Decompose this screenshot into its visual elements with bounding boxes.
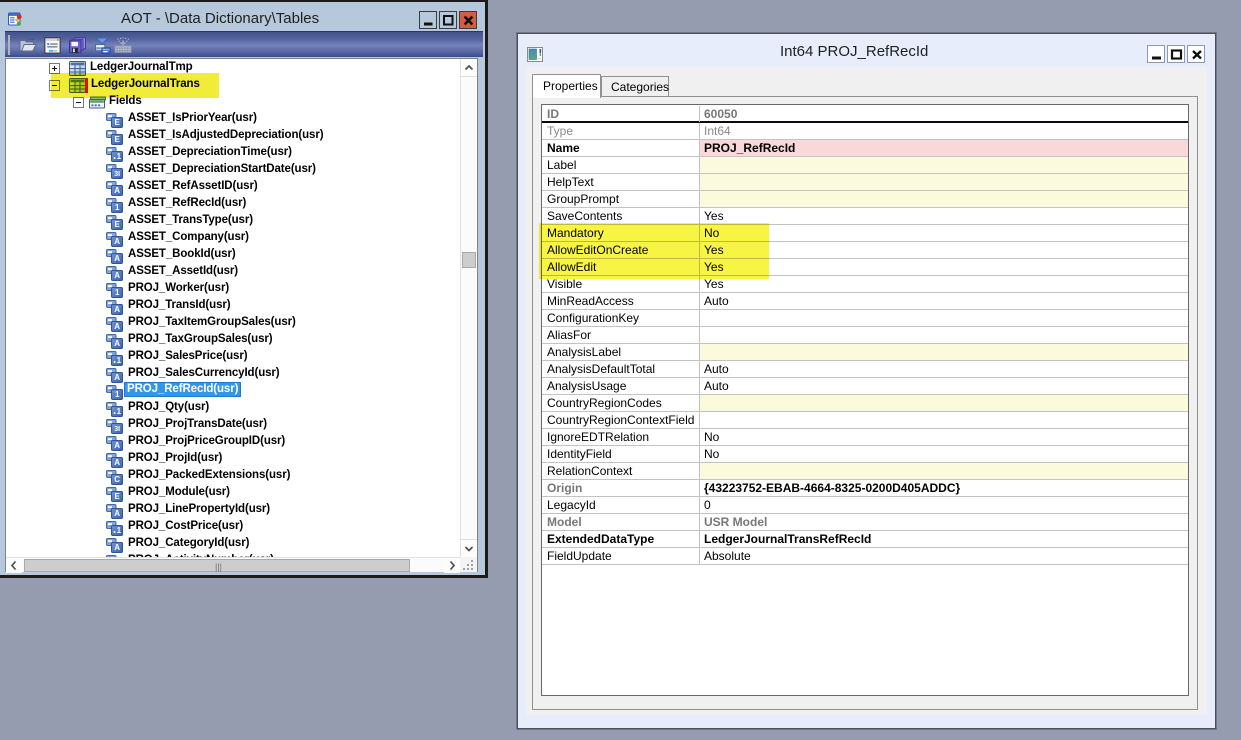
svg-text:3I: 3I [114, 171, 120, 178]
svg-text:A: A [114, 458, 120, 467]
svg-text:A: A [114, 373, 120, 382]
svg-text:E: E [115, 118, 121, 127]
svg-text:A: A [114, 271, 120, 280]
svg-text:1: 1 [115, 203, 120, 212]
svg-text:1: 1 [117, 356, 122, 365]
svg-text:C: C [114, 475, 120, 484]
svg-text:A: A [114, 305, 120, 314]
svg-text:A: A [114, 237, 120, 246]
svg-text:A: A [114, 509, 120, 518]
svg-text:A: A [114, 339, 120, 348]
svg-text:1: 1 [115, 390, 120, 399]
svg-text:1: 1 [117, 526, 122, 535]
svg-text:E: E [115, 220, 121, 229]
svg-text:A: A [114, 543, 120, 552]
svg-text:1: 1 [117, 152, 122, 161]
svg-text:1: 1 [117, 407, 122, 416]
svg-text:A: A [114, 322, 120, 331]
svg-text:A: A [114, 254, 120, 263]
svg-text:A: A [114, 441, 120, 450]
svg-text:3I: 3I [114, 426, 120, 433]
svg-text:1: 1 [115, 288, 120, 297]
svg-text:A: A [114, 186, 120, 195]
svg-text:E: E [115, 135, 121, 144]
svg-text:E: E [115, 492, 121, 501]
